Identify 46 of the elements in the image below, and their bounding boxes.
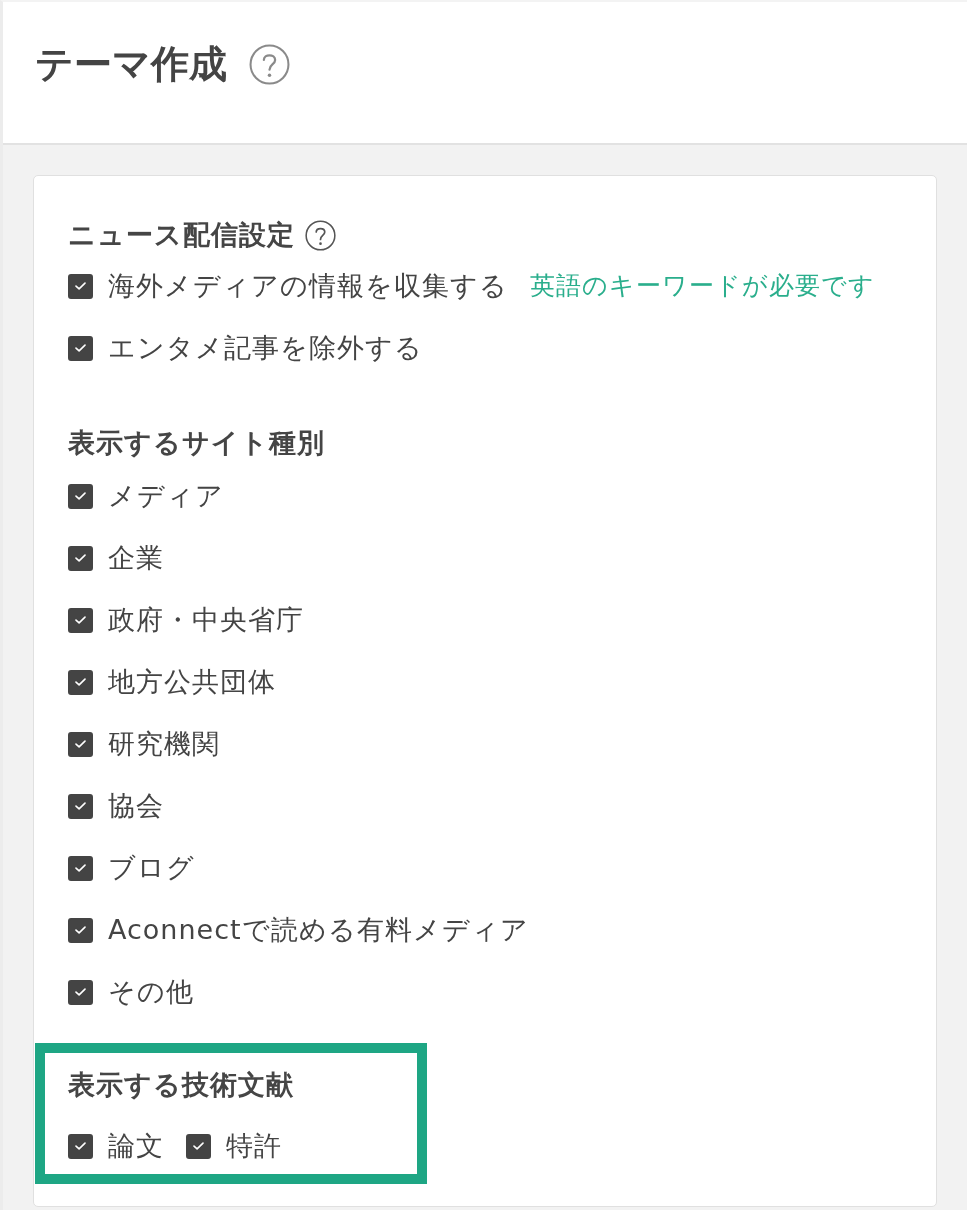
check-icon bbox=[193, 1142, 204, 1150]
check-icon bbox=[75, 616, 86, 624]
check-icon bbox=[75, 1142, 86, 1150]
checkbox[interactable] bbox=[68, 545, 93, 571]
section-title: 表示する技術文献 bbox=[68, 1070, 294, 1100]
help-icon[interactable] bbox=[249, 44, 290, 85]
section-title: 表示するサイト種別 bbox=[68, 428, 325, 458]
checkbox-label[interactable]: 研究機関 bbox=[108, 727, 220, 761]
checkbox[interactable] bbox=[68, 917, 93, 943]
checkbox-label[interactable]: 地方公共団体 bbox=[108, 665, 276, 699]
checkbox-label[interactable]: 企業 bbox=[108, 541, 164, 575]
checkbox-label[interactable]: その他 bbox=[108, 975, 194, 1009]
check-icon bbox=[75, 802, 86, 810]
checkbox[interactable] bbox=[68, 855, 93, 881]
checkbox-label[interactable]: 論文 bbox=[108, 1129, 164, 1163]
checkbox[interactable] bbox=[68, 979, 93, 1005]
checkbox[interactable] bbox=[68, 607, 93, 633]
check-icon bbox=[75, 864, 86, 872]
page-title: テーマ作成 bbox=[35, 42, 227, 86]
checkbox-label[interactable]: Aconnectで読める有料メディア bbox=[108, 913, 529, 947]
help-icon[interactable] bbox=[305, 219, 336, 251]
checkbox-label[interactable]: 協会 bbox=[108, 789, 164, 823]
check-icon bbox=[75, 492, 86, 500]
checkbox[interactable] bbox=[68, 483, 93, 509]
checkbox[interactable] bbox=[68, 1133, 93, 1159]
checkbox-label[interactable]: メディア bbox=[108, 479, 224, 513]
checkbox[interactable] bbox=[68, 335, 93, 361]
checkbox-label[interactable]: ブログ bbox=[108, 851, 195, 885]
checkbox[interactable] bbox=[68, 273, 93, 299]
section-title: ニュース配信設定 bbox=[68, 220, 295, 250]
check-icon bbox=[75, 554, 86, 562]
checkbox-label[interactable]: 特許 bbox=[226, 1129, 282, 1163]
check-icon bbox=[75, 988, 86, 996]
checkbox-label[interactable]: 海外メディアの情報を収集する bbox=[108, 269, 508, 303]
checkbox-label[interactable]: エンタメ記事を除外する bbox=[108, 331, 423, 365]
check-icon bbox=[75, 678, 86, 686]
checkbox-label[interactable]: 政府・中央省庁 bbox=[108, 603, 304, 637]
hint-text: 英語のキーワードが必要です bbox=[530, 270, 875, 302]
checkbox[interactable] bbox=[186, 1133, 211, 1159]
check-icon bbox=[75, 344, 86, 352]
checkbox[interactable] bbox=[68, 793, 93, 819]
check-icon bbox=[75, 926, 86, 934]
check-icon bbox=[75, 740, 86, 748]
check-icon bbox=[75, 282, 86, 290]
checkbox[interactable] bbox=[68, 669, 93, 695]
checkbox[interactable] bbox=[68, 731, 93, 757]
